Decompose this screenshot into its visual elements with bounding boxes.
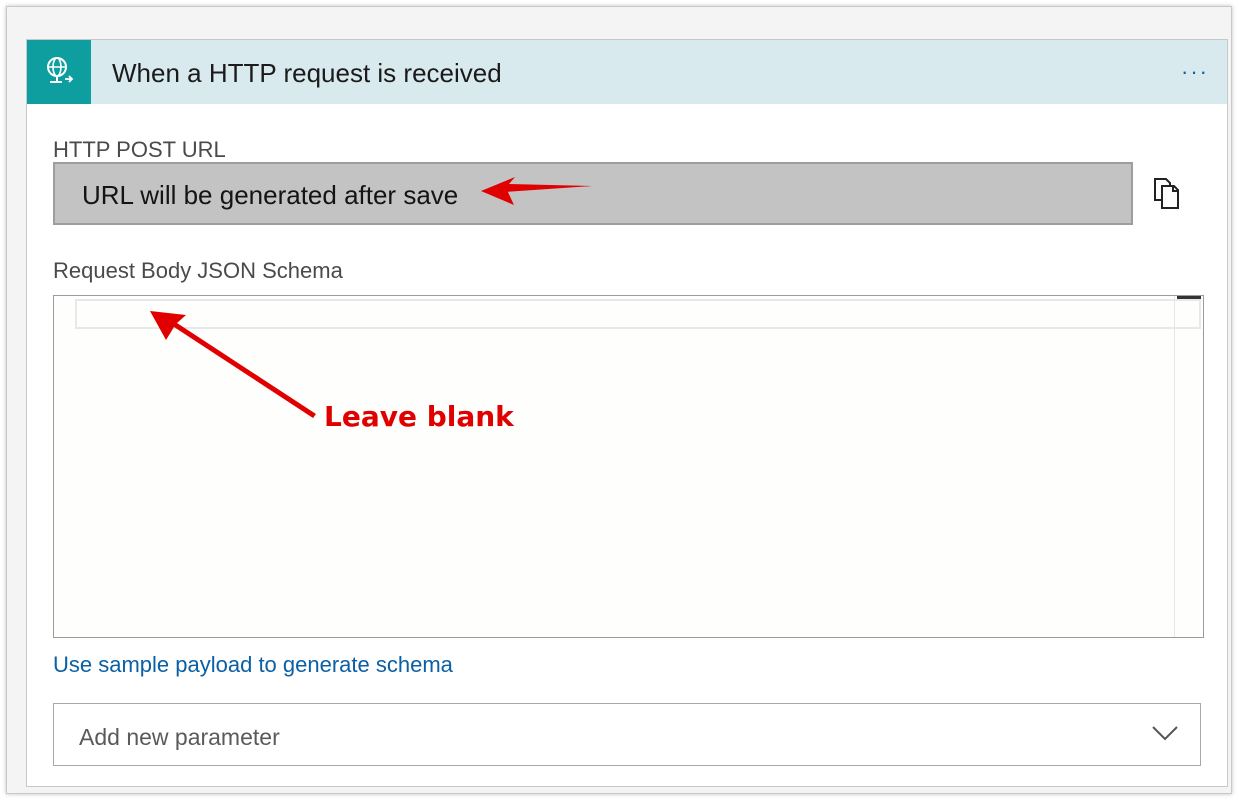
add-new-parameter-dropdown[interactable]: Add new parameter <box>53 703 1201 766</box>
editor-current-line[interactable] <box>75 299 1201 329</box>
http-post-url-label: HTTP POST URL <box>53 137 226 162</box>
request-body-schema-editor[interactable] <box>53 295 1204 638</box>
trigger-card: When a HTTP request is received ··· HTTP… <box>26 39 1228 787</box>
chevron-down-icon <box>1152 726 1178 741</box>
add-new-parameter-placeholder: Add new parameter <box>79 724 280 750</box>
more-options-button[interactable]: ··· <box>1175 54 1215 90</box>
editor-scroll-thumb[interactable] <box>1177 296 1201 299</box>
leave-blank-annotation: Leave blank <box>324 400 514 433</box>
http-post-url-field[interactable]: URL will be generated after save <box>53 162 1133 225</box>
copy-icon <box>1154 178 1179 209</box>
http-post-url-value: URL will be generated after save <box>82 180 459 210</box>
editor-scrollbar[interactable] <box>1174 296 1203 637</box>
globe-request-icon <box>47 57 74 83</box>
card-title: When a HTTP request is received <box>112 58 502 88</box>
trigger-icon-tile <box>27 40 91 104</box>
screenshot-frame: When a HTTP request is received ··· HTTP… <box>6 6 1232 794</box>
request-body-schema-label: Request Body JSON Schema <box>53 258 343 283</box>
copy-url-button[interactable] <box>1151 176 1187 212</box>
card-header[interactable]: When a HTTP request is received ··· <box>27 40 1227 104</box>
use-sample-payload-link[interactable]: Use sample payload to generate schema <box>53 652 453 678</box>
